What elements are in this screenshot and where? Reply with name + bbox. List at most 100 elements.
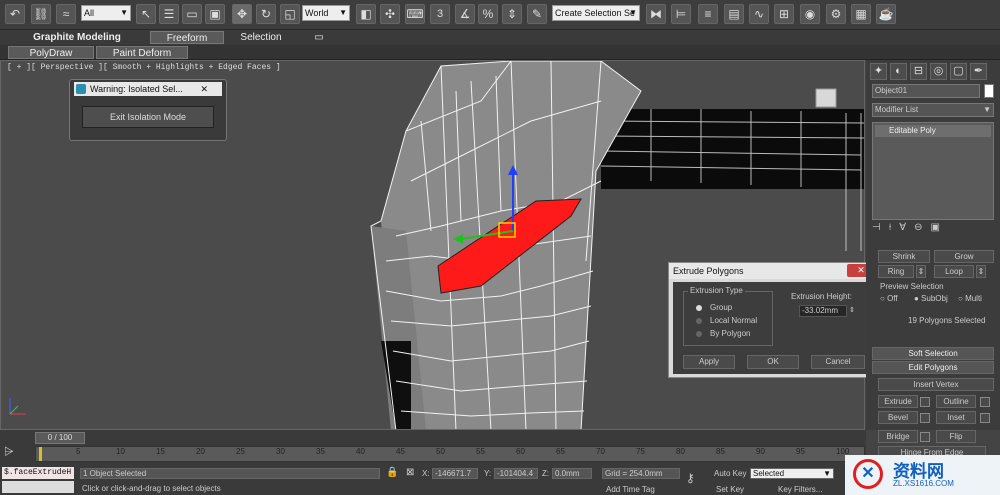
- flip-button[interactable]: Flip: [936, 430, 976, 443]
- select-by-name-icon[interactable]: ☰: [159, 4, 179, 24]
- utilities-tab-icon[interactable]: ✒: [970, 63, 987, 80]
- radio-local-normal[interactable]: Local Normal: [696, 316, 757, 325]
- set-key-button[interactable]: Set Key: [716, 485, 744, 494]
- lock-icon[interactable]: 🔒: [386, 467, 398, 478]
- bridge-settings-icon[interactable]: [920, 432, 930, 442]
- mirror-icon[interactable]: ⧓: [646, 4, 666, 24]
- render-icon[interactable]: ☕: [876, 4, 896, 24]
- extrude-title-bar[interactable]: Extrude Polygons ✕: [669, 263, 879, 279]
- schematic-icon[interactable]: ⊞: [774, 4, 794, 24]
- key-filters-button[interactable]: Key Filters...: [778, 485, 822, 494]
- snap-icon[interactable]: 3: [430, 4, 450, 24]
- ring-spinner[interactable]: ⇕: [916, 265, 926, 278]
- close-icon[interactable]: ✕: [200, 82, 208, 96]
- named-selection-icon[interactable]: ✎: [527, 4, 547, 24]
- render-setup-icon[interactable]: ⚙: [826, 4, 846, 24]
- viewport-label[interactable]: [ + ][ Perspective ][ Smooth + Highlight…: [7, 63, 281, 72]
- undo-icon[interactable]: ↶: [5, 4, 25, 24]
- shrink-button[interactable]: Shrink: [878, 250, 930, 263]
- tab-freeform[interactable]: Freeform: [150, 31, 224, 44]
- cancel-button[interactable]: Cancel: [811, 355, 865, 369]
- radio-group[interactable]: Group: [696, 303, 732, 312]
- x-coordinate-field[interactable]: -146671.7: [432, 468, 478, 479]
- ribbon-title[interactable]: Graphite Modeling Tools: [22, 31, 132, 56]
- warning-title-bar[interactable]: Warning: Isolated Sel... ✕: [74, 82, 222, 96]
- stack-item-editable-poly[interactable]: Editable Poly: [875, 125, 991, 137]
- extrusion-height-field[interactable]: -33.02mm: [799, 305, 847, 317]
- key-selection-dropdown[interactable]: Selected ▼: [750, 468, 834, 479]
- curve-editor-icon[interactable]: ∿: [749, 4, 769, 24]
- absolute-mode-icon[interactable]: ⊠: [406, 467, 414, 478]
- align-icon[interactable]: ⊨: [671, 4, 691, 24]
- angle-snap-icon[interactable]: ∡: [455, 4, 475, 24]
- modifier-list-dropdown[interactable]: Modifier List ▼: [872, 103, 994, 117]
- select-icon[interactable]: ↖: [136, 4, 156, 24]
- loop-spinner[interactable]: ⇕: [976, 265, 986, 278]
- bevel-button[interactable]: Bevel: [878, 411, 918, 424]
- extrude-settings-icon[interactable]: [920, 397, 930, 407]
- y-coordinate-field[interactable]: -101404.4: [494, 468, 538, 479]
- bridge-button[interactable]: Bridge: [878, 430, 918, 443]
- reference-coord-dropdown[interactable]: World ▼: [302, 5, 350, 21]
- track-bar[interactable]: 5 10 15 20 25 30 35 40 45 50 55 60 65 70…: [35, 446, 865, 462]
- rotate-icon[interactable]: ↻: [256, 4, 276, 24]
- inset-button[interactable]: Inset: [936, 411, 976, 424]
- exit-isolation-button[interactable]: Exit Isolation Mode: [82, 106, 214, 128]
- insert-vertex-button[interactable]: Insert Vertex: [878, 378, 994, 391]
- z-coordinate-field[interactable]: 0.0mm: [552, 468, 592, 479]
- radio-by-polygon[interactable]: By Polygon: [696, 329, 750, 338]
- rect-select-icon[interactable]: ▭: [182, 4, 202, 24]
- mini-curve-icon[interactable]: ⩥: [4, 444, 14, 459]
- apply-button[interactable]: Apply: [683, 355, 735, 369]
- keyboard-icon[interactable]: ⌨: [405, 4, 425, 24]
- layers-icon[interactable]: ≡: [698, 4, 718, 24]
- motion-tab-icon[interactable]: ◎: [930, 63, 947, 80]
- move-icon[interactable]: ✥: [232, 4, 252, 24]
- soft-selection-rollout[interactable]: Soft Selection: [872, 347, 994, 360]
- object-name-field[interactable]: Object01: [872, 84, 980, 98]
- extrude-button[interactable]: Extrude: [878, 395, 918, 408]
- percent-snap-icon[interactable]: %: [478, 4, 498, 24]
- key-icon[interactable]: ⚷: [686, 471, 695, 485]
- subtab-paint-deform[interactable]: Paint Deform: [96, 46, 188, 59]
- tab-selection[interactable]: Selection: [232, 31, 290, 44]
- manipulate-icon[interactable]: ✣: [380, 4, 400, 24]
- preview-subobj-radio[interactable]: ● SubObj: [914, 294, 948, 303]
- outline-settings-icon[interactable]: [980, 397, 990, 407]
- window-crossing-icon[interactable]: ▣: [205, 4, 225, 24]
- object-color-swatch[interactable]: [984, 84, 994, 98]
- material-editor-icon[interactable]: ◉: [800, 4, 820, 24]
- selection-filter-dropdown[interactable]: All ▼: [81, 5, 131, 21]
- add-time-tag[interactable]: Add Time Tag: [606, 485, 655, 494]
- ring-button[interactable]: Ring: [878, 265, 914, 278]
- selection-set-input[interactable]: Create Selection Se ▼: [552, 5, 640, 21]
- hierarchy-tab-icon[interactable]: ⊟: [910, 63, 927, 80]
- rendered-frame-icon[interactable]: ▦: [851, 4, 871, 24]
- maxscript-output[interactable]: [2, 481, 74, 493]
- maxscript-listener[interactable]: $.faceExtrudeH: [2, 467, 74, 479]
- loop-button[interactable]: Loop: [934, 265, 974, 278]
- create-tab-icon[interactable]: ✦: [870, 63, 887, 80]
- preview-multi-radio[interactable]: ○ Multi: [958, 294, 982, 303]
- time-slider[interactable]: 0 / 100: [35, 432, 85, 444]
- bind-icon[interactable]: ≈: [56, 4, 76, 24]
- graphite-icon[interactable]: ▤: [724, 4, 744, 24]
- scale-icon[interactable]: ◱: [280, 4, 300, 24]
- subtab-polydraw[interactable]: PolyDraw: [8, 46, 94, 59]
- auto-key-button[interactable]: Auto Key: [714, 469, 746, 478]
- modify-tab-icon[interactable]: ◐: [890, 63, 907, 80]
- grow-button[interactable]: Grow: [934, 250, 994, 263]
- spinner-icon[interactable]: ⇕: [849, 305, 857, 317]
- link-icon[interactable]: ⛓: [31, 4, 51, 24]
- inset-settings-icon[interactable]: [980, 413, 990, 423]
- outline-button[interactable]: Outline: [936, 395, 976, 408]
- display-tab-icon[interactable]: ▢: [950, 63, 967, 80]
- ribbon-menu-icon[interactable]: ▭: [312, 31, 326, 44]
- edit-polygons-rollout[interactable]: Edit Polygons: [872, 361, 994, 374]
- pivot-icon[interactable]: ◧: [356, 4, 376, 24]
- preview-off-radio[interactable]: ○ Off: [880, 294, 898, 303]
- ok-button[interactable]: OK: [747, 355, 799, 369]
- bevel-settings-icon[interactable]: [920, 413, 930, 423]
- stack-controls-icons[interactable]: ⊣⟊∀⊖▣: [872, 222, 994, 238]
- spinner-snap-icon[interactable]: ⇕: [502, 4, 522, 24]
